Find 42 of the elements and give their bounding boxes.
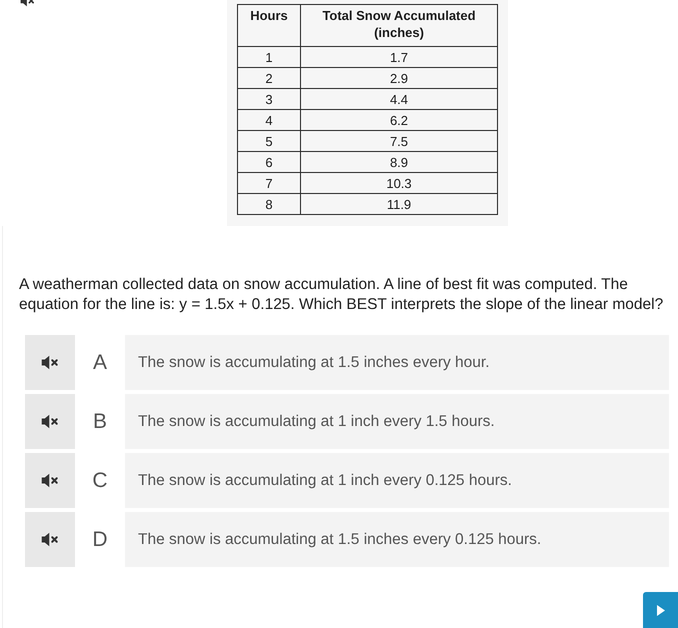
play-triangle-icon — [656, 604, 664, 616]
option-letter: A — [75, 335, 125, 390]
table-cell: 2 — [238, 68, 300, 88]
column-header: Total Snow Accumulated (inches) — [300, 4, 498, 46]
table-cell: 5 — [238, 130, 300, 152]
table-cell: 2.9 — [300, 68, 498, 88]
option-letter: B — [75, 394, 125, 449]
table-cell: 1.7 — [300, 46, 498, 68]
table-cell: 7 — [238, 172, 300, 194]
table-cell: 11.9 — [300, 194, 498, 214]
answer-option[interactable]: D The snow is accumulating at 1.5 inches every 0.125 hours. — [25, 512, 669, 567]
table-cell: 10.3 — [300, 172, 498, 194]
answer-option[interactable]: B The snow is accumulating at 1 inch every 1.5 hours. — [25, 394, 669, 449]
table-cell: 3 — [238, 88, 300, 110]
table-cell: 4 — [238, 110, 300, 130]
table-cell: 6.2 — [300, 110, 498, 130]
table-cell: 4.4 — [300, 88, 498, 110]
column-header: Hours — [238, 4, 300, 46]
table-cell: 8 — [238, 194, 300, 214]
speaker-muted-icon — [41, 355, 59, 370]
audio-button[interactable] — [25, 512, 75, 567]
option-text: The snow is accumulating at 1 inch every 0.125 hours. — [138, 470, 512, 491]
audio-button[interactable] — [25, 453, 75, 508]
table-cell: 7.5 — [300, 130, 498, 152]
speaker-muted-icon — [41, 532, 59, 547]
speaker-muted-icon — [41, 473, 59, 488]
audio-button[interactable] — [25, 394, 75, 449]
question-text: A weatherman collected data on snow accumulation. A line of best fit was computed. The equation for the line is: y = 1.5x + 0.125. Which BEST interprets the slope of the linear model? — [19, 275, 664, 315]
option-letter: D — [75, 512, 125, 567]
option-text: The snow is accumulating at 1 inch every 1.5 hours. — [138, 412, 495, 432]
speaker-muted-icon — [20, 0, 35, 7]
next-button[interactable] — [643, 592, 678, 628]
option-text: The snow is accumulating at 1.5 inches every 0.125 hours. — [138, 530, 542, 550]
option-letter: C — [75, 453, 125, 508]
answer-option[interactable]: A The snow is accumulating at 1.5 inches every hour. — [25, 335, 669, 390]
table-cell: 1 — [238, 46, 300, 68]
option-text: The snow is accumulating at 1.5 inches every hour. — [138, 352, 490, 373]
answer-option[interactable]: C The snow is accumulating at 1 inch every 0.125 hours. — [25, 453, 669, 508]
table-cell: 6 — [238, 152, 300, 172]
audio-button[interactable] — [25, 335, 75, 390]
table-cell: 8.9 — [300, 152, 498, 172]
speaker-muted-icon — [41, 414, 59, 429]
